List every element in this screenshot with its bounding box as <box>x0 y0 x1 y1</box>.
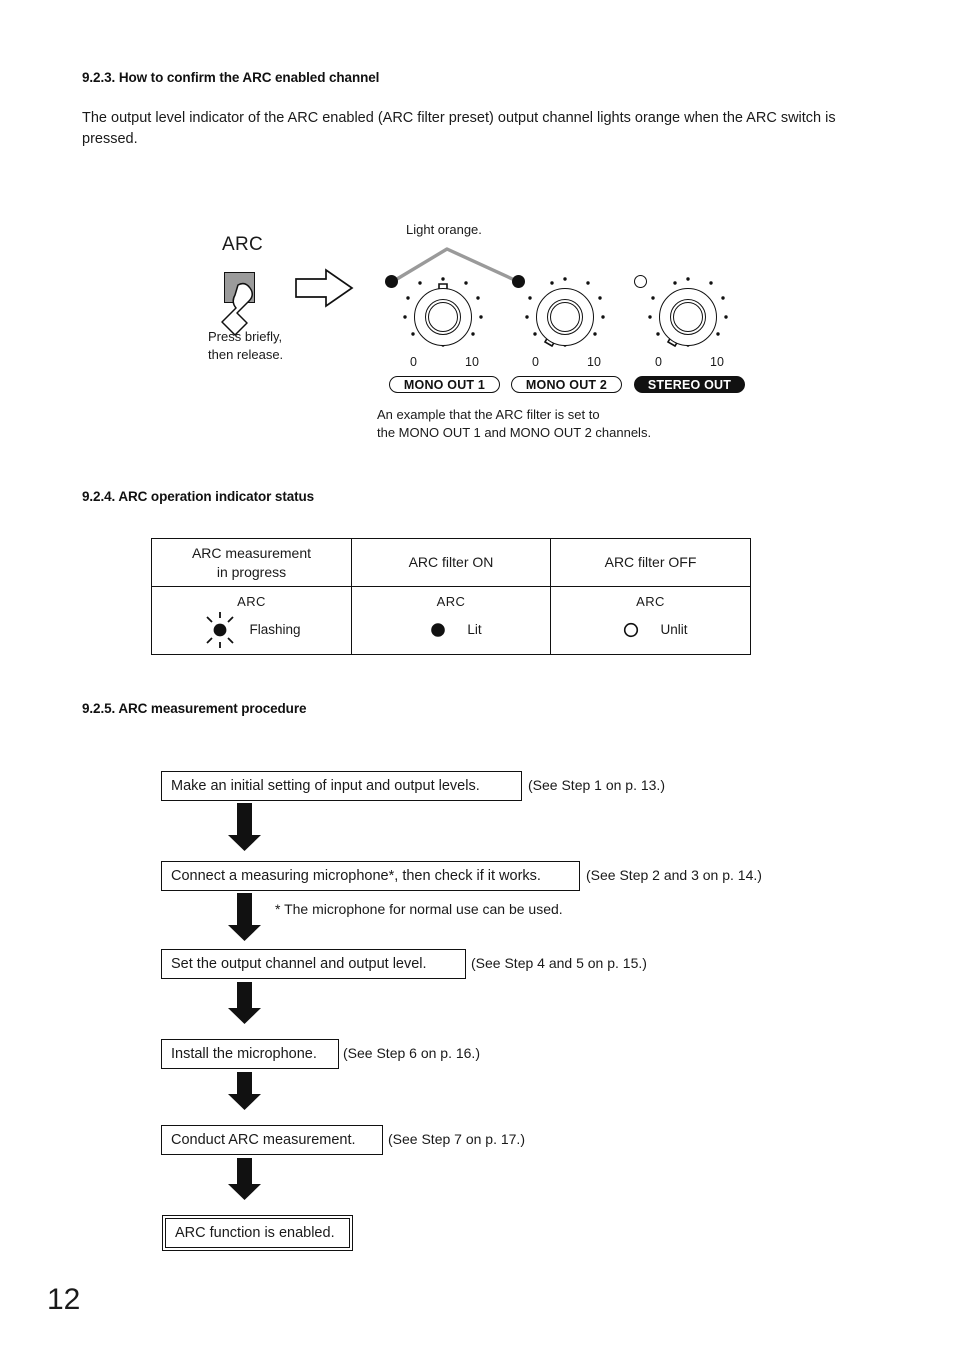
table-header-line1: ARC measurement <box>191 544 312 561</box>
table-cell-unlit: ARC Unlit <box>550 586 751 655</box>
flow-box-step-4: Install the microphone. <box>161 1039 339 1069</box>
arc-switch-label: ARC <box>222 234 264 255</box>
flow-ref-step-3: (See Step 4 and 5 on p. 15.) <box>471 955 647 971</box>
flow-box-step-3: Set the output channel and output level. <box>161 949 466 979</box>
table-cell-lit: ARC Lit <box>351 586 551 655</box>
figure-caption: An example that the ARC filter is set to… <box>377 406 651 442</box>
knob-1-scale-max: 10 <box>465 355 479 369</box>
led-unlit-icon <box>624 622 639 637</box>
table-header-line2: in progress <box>216 563 287 580</box>
press-instruction-line2: then release. <box>208 347 284 362</box>
knob-inner-ring-2 <box>673 302 703 332</box>
cell-led-label-2: ARC <box>636 593 665 609</box>
led-flashing-icon <box>206 611 235 648</box>
heading-9-2-4: 9.2.4. ARC operation indicator status <box>82 489 315 504</box>
table-header-cell-1: ARC filter ON <box>351 538 551 587</box>
callout-leader-lines <box>390 247 521 284</box>
arc-indicator-status-table: ARC measurement in progress ARC filter O… <box>151 538 751 655</box>
flow-footnote: * The microphone for normal use can be u… <box>275 901 563 917</box>
heading-9-2-3: 9.2.3. How to confirm the ARC enabled ch… <box>82 70 380 85</box>
flow-ref-step-4: (See Step 6 on p. 16.) <box>343 1045 480 1061</box>
flow-box-step-1: Make an initial setting of input and out… <box>161 771 522 801</box>
heading-9-2-5: 9.2.5. ARC measurement procedure <box>82 701 307 716</box>
channel-label-stereo-out: STEREO OUT <box>634 376 745 393</box>
indicator-dot-mono-out-2 <box>512 275 525 288</box>
table-cell-flashing: ARC Flashing <box>151 586 352 655</box>
flow-ref-step-2: (See Step 2 and 3 on p. 14.) <box>586 867 762 883</box>
table-header-cell-2: ARC filter OFF <box>550 538 751 587</box>
figure-caption-line1: An example that the ARC filter is set to <box>377 407 600 422</box>
cell-led-label-0: ARC <box>237 593 266 609</box>
indicator-dot-stereo-out <box>634 275 647 288</box>
flow-ref-step-5: (See Step 7 on p. 17.) <box>388 1131 525 1147</box>
cell-state-label-1: Lit <box>467 622 482 637</box>
cell-led-label-1: ARC <box>436 593 466 609</box>
flow-box-step-2: Connect a measuring microphone*, then ch… <box>161 861 580 891</box>
channel-label-mono-out-2: MONO OUT 2 <box>511 376 622 393</box>
table-body-row: ARC Flashing ARC Lit ARC Unlit <box>151 586 751 655</box>
press-instruction: Press briefly, then release. <box>208 328 283 364</box>
light-orange-callout: Light orange. <box>406 222 482 237</box>
arc-switch-button[interactable] <box>224 272 255 303</box>
flow-ref-step-1: (See Step 1 on p. 13.) <box>528 777 665 793</box>
led-lit-icon <box>431 622 446 637</box>
knob-inner-ring-2 <box>428 302 458 332</box>
arrow-right-hollow-icon <box>295 268 354 308</box>
indicator-dot-mono-out-1 <box>385 275 398 288</box>
knob-mono-out-2[interactable] <box>536 288 594 346</box>
channel-label-mono-out-1: MONO OUT 1 <box>389 376 500 393</box>
flow-box-step-5: Conduct ARC measurement. <box>161 1125 383 1155</box>
knob-2-scale-max: 10 <box>587 355 601 369</box>
knob-1-scale-min: 0 <box>410 355 417 369</box>
flowchart-arrows <box>228 803 261 1200</box>
press-instruction-line1: Press briefly, <box>208 329 283 344</box>
table-header-row: ARC measurement in progress ARC filter O… <box>151 538 751 587</box>
table-header-cell-0: ARC measurement in progress <box>151 538 352 587</box>
knob-mono-out-1[interactable] <box>414 288 472 346</box>
knob-3-scale-min: 0 <box>655 355 662 369</box>
knob-3-scale-max: 10 <box>710 355 724 369</box>
knob-stereo-out[interactable] <box>659 288 717 346</box>
figure-caption-line2: the MONO OUT 1 and MONO OUT 2 channels. <box>377 425 652 440</box>
document-page: 9.2.3. How to confirm the ARC enabled ch… <box>0 0 954 1350</box>
knob-inner-ring-2 <box>550 302 580 332</box>
cell-state-label-0: Flashing <box>249 622 301 637</box>
page-number: 12 <box>47 1283 81 1316</box>
knob-2-scale-min: 0 <box>532 355 539 369</box>
flow-box-step-6: ARC function is enabled. <box>161 1214 354 1252</box>
cell-state-label-2: Unlit <box>660 622 688 637</box>
figure-arc-confirm-graphics <box>221 247 728 348</box>
paragraph-9-2-3: The output level indicator of the ARC en… <box>82 110 836 147</box>
